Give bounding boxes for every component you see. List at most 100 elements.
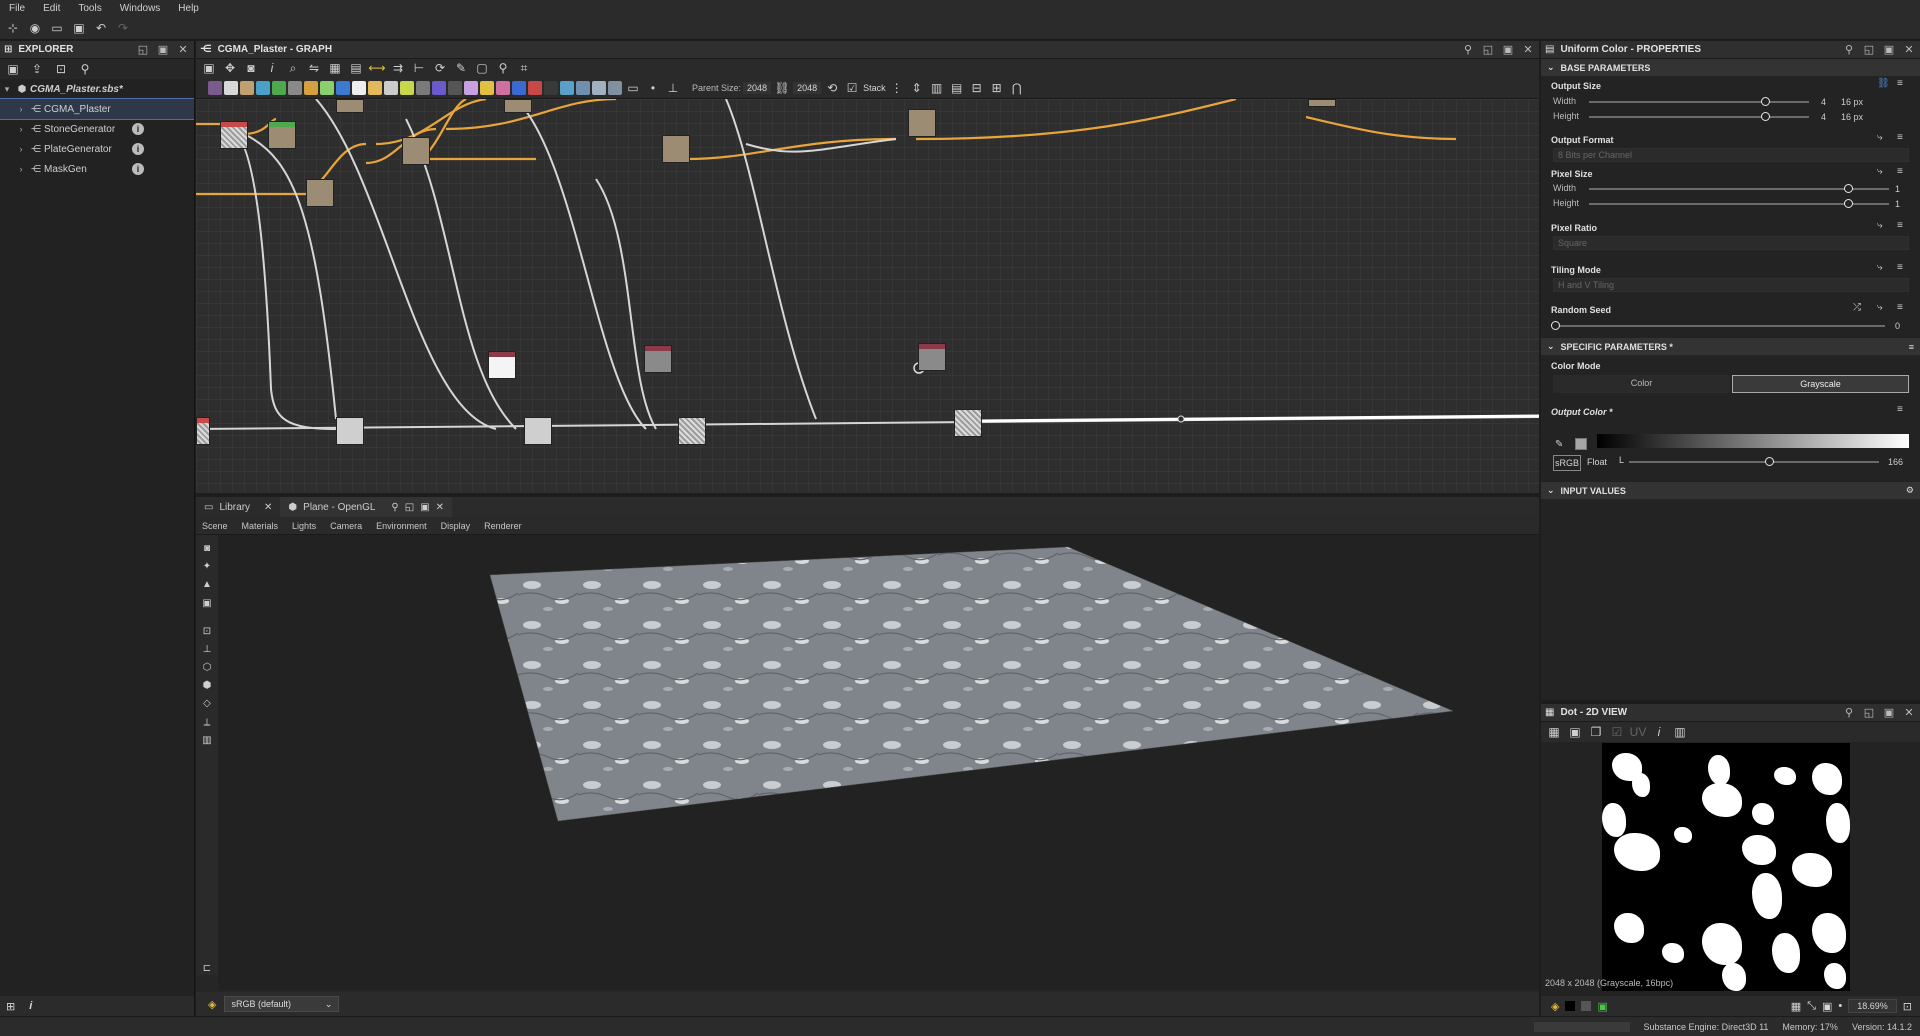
menu-file[interactable]: File xyxy=(0,3,34,14)
black-bg-icon[interactable] xyxy=(1565,1001,1576,1011)
tree-item-stonegenerator[interactable]: › ⋲ StoneGenerator i xyxy=(0,119,194,139)
eyedropper-icon[interactable]: ✎ xyxy=(1555,439,1563,450)
inherit-icon[interactable]: ⤷ xyxy=(1877,262,1883,273)
gray-bg-icon[interactable] xyxy=(1581,1001,1592,1011)
close-icon[interactable]: ✕ xyxy=(264,502,272,513)
plane-icon[interactable]: ◇ xyxy=(199,698,215,710)
menu-camera[interactable]: Camera xyxy=(330,521,362,531)
clean-icon[interactable]: ⚲ xyxy=(76,60,94,78)
maximize-icon[interactable]: ▣ xyxy=(1501,43,1515,56)
input-values-section[interactable]: ⌄ INPUT VALUES ⚙ xyxy=(1541,482,1920,499)
tiling-mode-select[interactable]: H and V Tiling xyxy=(1553,278,1909,292)
colorspace-select[interactable]: sRGB (default) ⌄ xyxy=(224,996,340,1012)
menu-icon[interactable]: ≡ xyxy=(1897,302,1903,313)
output-icon[interactable] xyxy=(528,80,542,95)
close-icon[interactable]: ✕ xyxy=(1902,43,1916,56)
new-package-icon[interactable]: ◉ xyxy=(26,19,44,37)
menu-renderer[interactable]: Renderer xyxy=(484,521,522,531)
cursor-icon[interactable]: ⤡ xyxy=(1807,1000,1816,1013)
graph-node[interactable] xyxy=(1308,99,1336,107)
save-icon[interactable]: ▣ xyxy=(1566,723,1584,741)
pixel-width-value[interactable]: 1 xyxy=(1895,184,1900,194)
maximize-icon[interactable]: ▣ xyxy=(420,502,429,513)
height-value[interactable]: 4 xyxy=(1821,112,1826,122)
info-icon[interactable]: i xyxy=(132,143,144,155)
input-icon[interactable] xyxy=(512,80,526,95)
tab-3d-view[interactable]: ⬢ Plane - OpenGL ⚲ ◱ ▣ ✕ xyxy=(280,497,453,517)
graph-node[interactable] xyxy=(306,179,334,207)
3d-scene[interactable] xyxy=(218,535,1539,990)
menu-tools[interactable]: Tools xyxy=(69,3,110,14)
distribute-icon[interactable]: ⊟ xyxy=(968,79,986,97)
grayscale-icon[interactable] xyxy=(352,80,366,95)
uv-icon[interactable]: UV xyxy=(1629,723,1647,741)
frame-node-icon[interactable] xyxy=(560,80,574,95)
dot-node-icon[interactable] xyxy=(608,80,622,95)
hsl-icon[interactable] xyxy=(384,80,398,95)
menu-icon[interactable]: ≡ xyxy=(1897,166,1903,177)
levels-icon[interactable] xyxy=(400,80,414,95)
pin-icon[interactable]: ⚲ xyxy=(1461,43,1475,56)
slider-knob[interactable] xyxy=(1844,184,1853,193)
maximize-icon[interactable]: ▣ xyxy=(1882,706,1896,719)
menu-edit[interactable]: Edit xyxy=(34,3,69,14)
directional-warp-icon[interactable] xyxy=(288,80,302,95)
layout-icon[interactable]: ▦ xyxy=(326,59,344,77)
chevron-right-icon[interactable]: › xyxy=(14,104,28,114)
pin-icon[interactable]: ⚲ xyxy=(391,502,398,513)
transform-icon[interactable] xyxy=(480,80,494,95)
graph-node[interactable] xyxy=(954,409,982,437)
warp-icon[interactable] xyxy=(496,80,510,95)
environment-icon[interactable]: ▲ xyxy=(199,579,215,591)
menu-icon[interactable]: ≡ xyxy=(1909,342,1914,352)
tools-icon[interactable]: ✎ xyxy=(452,59,470,77)
grid-icon[interactable]: ▦ xyxy=(1791,1000,1801,1013)
tree-item-cgma-plaster[interactable]: › ⋲ CGMA_Plaster xyxy=(0,98,194,120)
blend-node-icon[interactable] xyxy=(240,80,254,95)
menu-icon[interactable]: ≡ xyxy=(1897,404,1903,415)
info-italic-icon[interactable]: i xyxy=(1650,723,1668,741)
fx-map-icon[interactable] xyxy=(336,80,350,95)
random-seed-value[interactable]: 0 xyxy=(1895,321,1900,331)
graph-node[interactable] xyxy=(524,417,552,445)
height-slider[interactable] xyxy=(1589,116,1809,118)
tile-icon[interactable]: ▦ xyxy=(1545,723,1563,741)
menu-environment[interactable]: Environment xyxy=(376,521,427,531)
menu-scene[interactable]: Scene xyxy=(202,521,228,531)
close-icon[interactable]: ✕ xyxy=(1521,43,1535,56)
distance-node-icon[interactable] xyxy=(304,80,318,95)
channels-icon[interactable]: ▣ xyxy=(1597,1000,1607,1013)
pin-node-icon[interactable] xyxy=(592,80,606,95)
zoom-fit-icon[interactable]: ⊡ xyxy=(1903,1000,1912,1013)
menu-lights[interactable]: Lights xyxy=(292,521,316,531)
float-icon[interactable]: ◱ xyxy=(136,43,150,56)
pin-icon[interactable]: ⚲ xyxy=(1842,706,1856,719)
align-icon[interactable]: ▤ xyxy=(347,59,365,77)
save-package-icon[interactable]: ▣ xyxy=(4,60,22,78)
svg-icon[interactable] xyxy=(448,80,462,95)
menu-icon[interactable]: ≡ xyxy=(1897,262,1903,273)
fit-icon[interactable]: ▣ xyxy=(1822,1000,1832,1013)
check-icon[interactable]: ☑ xyxy=(1608,723,1626,741)
pixel-processor-icon[interactable] xyxy=(432,80,446,95)
reset-icon[interactable]: ⟲ xyxy=(823,79,841,97)
gear-icon[interactable]: ⚙ xyxy=(1906,485,1914,496)
inherit-icon[interactable]: ⤷ xyxy=(1877,302,1883,313)
import-icon[interactable]: ⊡ xyxy=(52,60,70,78)
base-parameters-section[interactable]: ⌄ BASE PARAMETERS xyxy=(1541,59,1920,76)
search-icon[interactable]: ⌕ xyxy=(284,59,302,77)
shuffle-icon[interactable]: ⤮ xyxy=(1853,302,1861,313)
new-graph-icon[interactable]: ⊹ xyxy=(4,19,22,37)
tab-library[interactable]: ▭ Library ✕ xyxy=(196,497,280,517)
float-icon[interactable]: ◱ xyxy=(1862,43,1876,56)
gizmo-icon[interactable]: ⟂ xyxy=(199,717,215,729)
copy-icon[interactable]: ❐ xyxy=(1587,723,1605,741)
menu-icon[interactable]: ≡ xyxy=(1897,220,1903,231)
close-icon[interactable]: ✕ xyxy=(1902,706,1916,719)
mesh-icon[interactable]: ⬢ xyxy=(199,680,215,692)
camera-icon[interactable]: ◙ xyxy=(242,59,260,77)
clean-icon[interactable]: ⚲ xyxy=(494,59,512,77)
reset-view-icon[interactable]: ⊏ xyxy=(199,963,215,975)
maximize-icon[interactable]: ▣ xyxy=(1882,43,1896,56)
inherit-icon[interactable]: ⤷ xyxy=(1877,166,1883,177)
